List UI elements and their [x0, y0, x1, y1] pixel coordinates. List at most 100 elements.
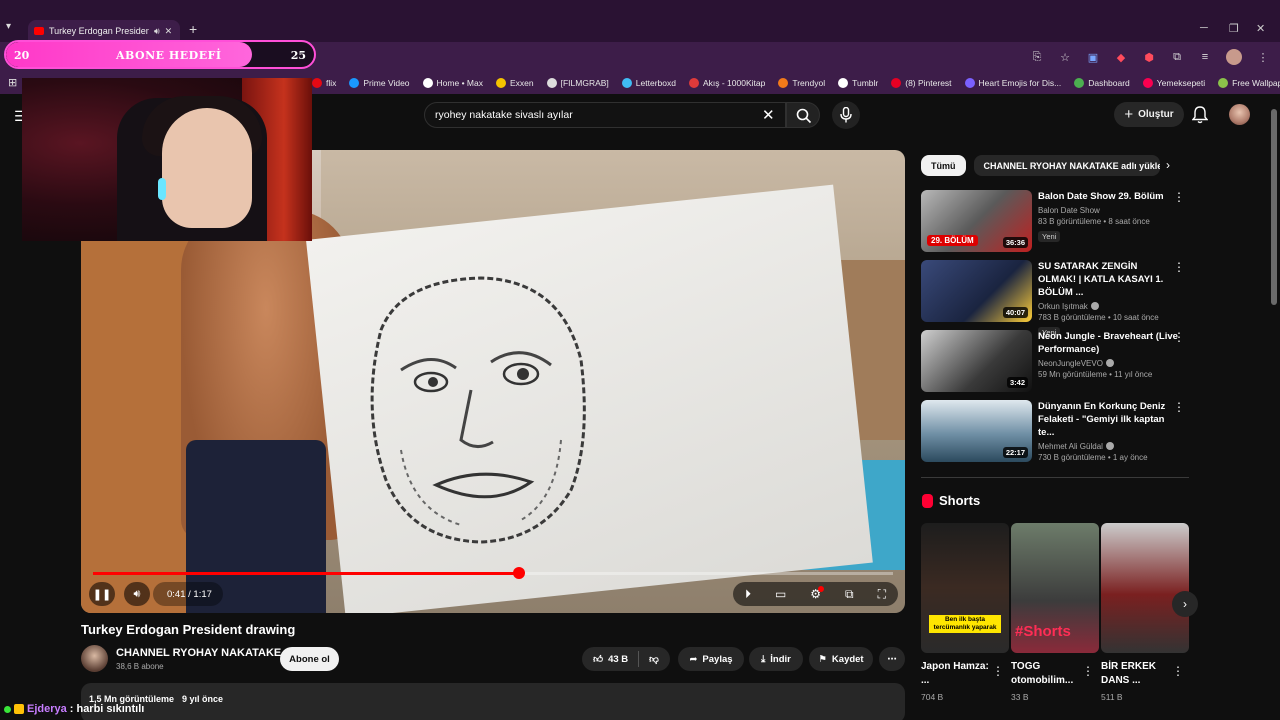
translate-extension-icon[interactable]: ▣: [1086, 51, 1100, 64]
bookmark-item[interactable]: Dashboard: [1074, 78, 1130, 88]
video-title[interactable]: SU SATARAK ZENGİN OLMAK! | KATLA KASAYI …: [1038, 260, 1178, 299]
minimize-icon[interactable]: ─: [1200, 22, 1208, 34]
bookmark-item[interactable]: Yemeksepeti: [1142, 78, 1205, 88]
short-thumbnail[interactable]: [1101, 523, 1189, 653]
video-thumbnail[interactable]: 40:07: [921, 260, 1032, 322]
short-title[interactable]: Japon Hamza: ...: [921, 660, 991, 688]
channel-name[interactable]: CHANNEL RYOHAY NAKATAKE: [116, 647, 281, 659]
subtitles-icon[interactable]: ▭: [775, 587, 786, 601]
recommended-video[interactable]: 29. BÖLÜM 36:36 Balon Date Show 29. Bölüm B…: [921, 190, 1191, 252]
miniplayer-icon[interactable]: ⧉: [845, 587, 854, 602]
shorts-next-button[interactable]: ›: [1172, 591, 1198, 617]
browser-tab[interactable]: Turkey Erdogan President d 🔊︎ ✕: [28, 20, 180, 42]
apps-grid-icon[interactable]: ⊞: [8, 76, 17, 89]
more-actions-button[interactable]: ⋯: [879, 647, 905, 671]
bookmark-item[interactable]: Trendyol: [778, 78, 825, 88]
recommended-video[interactable]: 3:42 Neon Jungle - Braveheart (Live Perfo…: [921, 330, 1191, 392]
fullscreen-icon[interactable]: ⛶: [878, 587, 886, 602]
install-app-icon[interactable]: ⎘: [1030, 51, 1044, 64]
account-avatar[interactable]: [1229, 104, 1250, 125]
bookmark-favicon-icon: [1142, 78, 1153, 88]
video-title[interactable]: Neon Jungle - Braveheart (Live Performan…: [1038, 330, 1178, 356]
profile-avatar[interactable]: [1226, 49, 1242, 65]
like-button[interactable]: 👍︎ 43 B: [593, 653, 628, 666]
online-dot-icon: [4, 705, 11, 713]
bookmark-label: Heart Emojis for Dis...: [978, 78, 1062, 88]
channel-name[interactable]: Balon Date Show: [1038, 206, 1178, 215]
save-button[interactable]: ⚑ Kaydet: [809, 647, 873, 671]
video-thumbnail[interactable]: 22:17: [921, 400, 1032, 462]
more-vertical-icon[interactable]: ⋮: [992, 664, 1004, 678]
more-vertical-icon[interactable]: ⋮: [1173, 400, 1185, 414]
tab-close-icon[interactable]: ✕: [165, 26, 173, 37]
more-vertical-icon[interactable]: ⋮: [1173, 190, 1185, 204]
recommended-video[interactable]: 22:17 Dünyanın En Korkunç Deniz Felaketi …: [921, 400, 1191, 462]
thumbs-down-icon: 👎︎: [649, 654, 659, 665]
short-title[interactable]: BİR ERKEK DANS ...: [1101, 660, 1171, 688]
bookmark-item[interactable]: Akış - 1000Kitap: [688, 78, 765, 88]
more-vertical-icon[interactable]: ⋮: [1172, 664, 1184, 678]
short-thumbnail[interactable]: Ben ilk başta tercümanlık yaparak: [921, 523, 1009, 653]
bookmark-star-icon[interactable]: ☆: [1058, 51, 1072, 64]
short-title[interactable]: TOGG otomobilim...: [1011, 660, 1081, 688]
more-vertical-icon[interactable]: ⋮: [1082, 664, 1094, 678]
chevron-right-icon[interactable]: ›: [1166, 158, 1170, 172]
channel-name[interactable]: NeonJungleVEVO: [1038, 359, 1178, 368]
bookmark-favicon-icon: [1074, 78, 1085, 88]
video-title[interactable]: Dünyanın En Korkunç Deniz Felaketi - "Ge…: [1038, 400, 1178, 439]
extensions-puzzle-icon[interactable]: ⧉: [1170, 51, 1184, 64]
create-button[interactable]: + Oluştur: [1114, 102, 1184, 127]
bookmark-item[interactable]: [FILMGRAB]: [546, 78, 609, 88]
channel-avatar[interactable]: [81, 645, 108, 672]
media-control-icon[interactable]: ≡: [1198, 51, 1212, 63]
video-title[interactable]: Balon Date Show 29. Bölüm: [1038, 190, 1178, 203]
restore-icon[interactable]: ❐: [1229, 22, 1239, 35]
recommended-video[interactable]: 40:07 SU SATARAK ZENGİN OLMAK! | KATLA KA…: [921, 260, 1191, 338]
video-thumbnail[interactable]: 3:42: [921, 330, 1032, 392]
share-button[interactable]: ➦ Paylaş: [678, 647, 744, 671]
more-vertical-icon[interactable]: ⋮: [1173, 330, 1185, 344]
bookmark-item[interactable]: Letterboxd: [621, 78, 676, 88]
mute-button[interactable]: 🔊︎: [124, 582, 150, 606]
tab-search-icon[interactable]: ▾: [6, 21, 22, 37]
scrollbar-thumb[interactable]: [1271, 109, 1277, 305]
description-box[interactable]: 1,5 Mn görüntüleme 9 yıl önce: [81, 683, 905, 720]
autoplay-toggle-icon[interactable]: ⏵: [745, 587, 751, 602]
bookmark-item[interactable]: Heart Emojis for Dis...: [964, 78, 1062, 88]
voice-search-button[interactable]: [832, 101, 860, 129]
clear-search-icon[interactable]: ✕: [762, 106, 775, 124]
bookmark-label: Tumblr: [852, 78, 879, 88]
new-tab-icon[interactable]: +: [189, 21, 197, 37]
player-right-controls: ⏵ ▭ ⚙ ⧉ ⛶: [733, 582, 898, 606]
pause-button[interactable]: ❚❚: [89, 582, 115, 606]
progress-bar[interactable]: [93, 567, 893, 579]
search-button[interactable]: [786, 102, 820, 128]
close-window-icon[interactable]: ✕: [1256, 22, 1265, 35]
bookmark-item[interactable]: Home • Max: [422, 78, 483, 88]
subscribe-button[interactable]: Abone ol: [280, 647, 339, 671]
bookmark-item[interactable]: Exxen: [495, 78, 534, 88]
adblock-extension-icon[interactable]: ⬢: [1142, 51, 1156, 64]
page-scrollbar[interactable]: [1270, 97, 1278, 717]
video-thumbnail[interactable]: 29. BÖLÜM 36:36: [921, 190, 1032, 252]
channel-name[interactable]: Mehmet Ali Güldal: [1038, 442, 1178, 451]
bookmark-item[interactable]: flix: [312, 78, 336, 88]
bookmark-item[interactable]: Free Wallpapers HD...: [1218, 78, 1280, 88]
chip-channel-uploads[interactable]: CHANNEL RYOHAY NAKATAKE adlı yükley: [973, 155, 1160, 176]
download-button[interactable]: ⤓ İndir: [749, 647, 803, 671]
more-vertical-icon[interactable]: ⋮: [1173, 260, 1185, 274]
bookmark-item[interactable]: (8) Pinterest: [891, 78, 952, 88]
bookmark-item[interactable]: Tumblr: [838, 78, 878, 88]
bookmark-item[interactable]: Prime Video: [349, 78, 410, 88]
progress-scrubber[interactable]: [512, 567, 525, 579]
chip-all[interactable]: Tümü: [921, 155, 966, 176]
dislike-button[interactable]: 👎︎: [649, 653, 659, 665]
pencil-portrait-drawing: [370, 276, 586, 544]
browser-menu-icon[interactable]: ⋮: [1256, 51, 1270, 64]
short-thumbnail[interactable]: #Shorts: [1011, 523, 1099, 653]
channel-name[interactable]: Orkun Işıtmak: [1038, 302, 1178, 311]
extension-red-icon[interactable]: ◆: [1114, 51, 1128, 64]
search-input[interactable]: ryohey nakatake sivaslı ayılar: [424, 102, 786, 128]
notifications-bell-icon[interactable]: [1192, 106, 1208, 124]
speaker-icon[interactable]: 🔊︎: [154, 26, 160, 37]
